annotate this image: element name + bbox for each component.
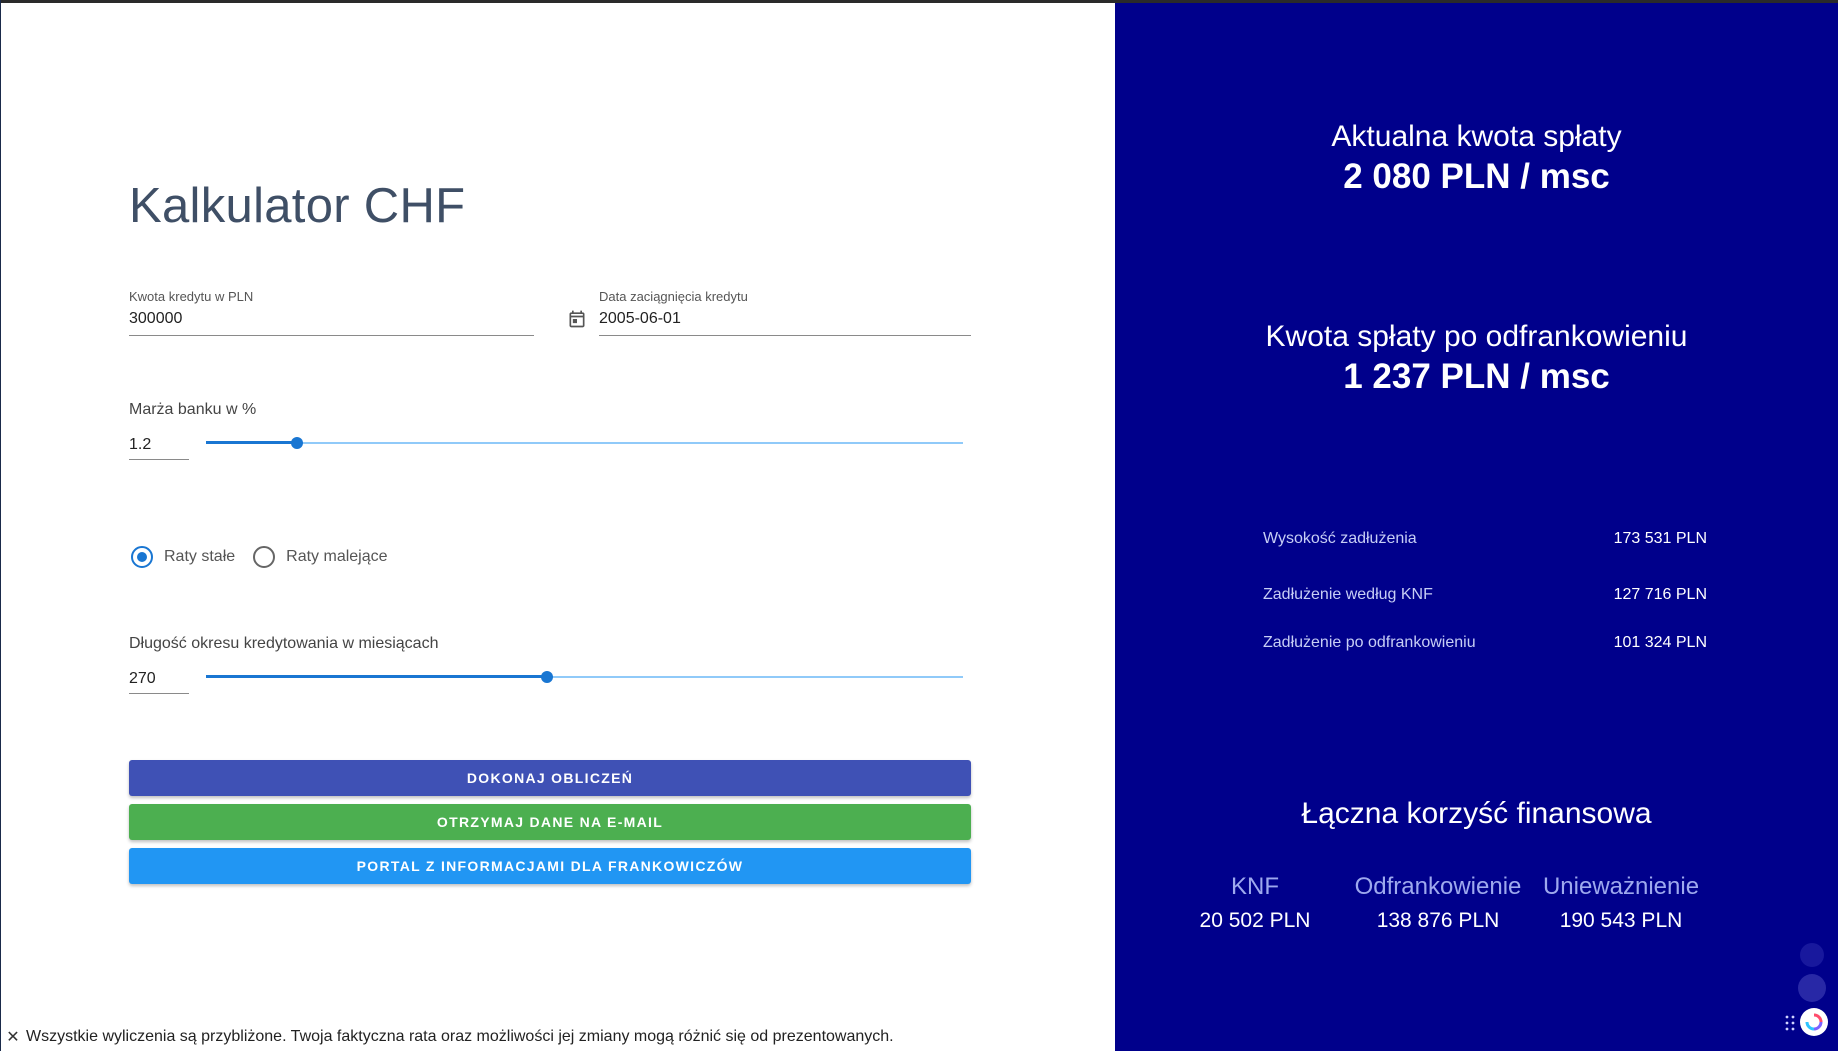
stat-label: Zadłużenie po odfrankowieniu	[1263, 634, 1476, 651]
calculator-panel: Kalkulator CHF Kwota kredytu w PLN 30000…	[0, 3, 1115, 1051]
slider-track	[206, 442, 963, 444]
calculate-button[interactable]: DOKONAJ OBLICZEŃ	[129, 760, 971, 796]
calendar-icon[interactable]	[567, 309, 587, 329]
loan-date-label: Data zaciągnięcia kredytu	[599, 289, 748, 304]
stat-label: Wysokość zadłużenia	[1263, 530, 1417, 547]
benefit-label: Unieważnienie	[1542, 873, 1700, 900]
loan-period-slider[interactable]	[206, 670, 963, 684]
after-conversion-block: Kwota spłaty po odfrankowieniu 1 237 PLN…	[1115, 320, 1838, 397]
bank-margin-value: 1.2	[129, 436, 152, 453]
slider-thumb[interactable]	[540, 671, 553, 683]
widget-launcher-icon[interactable]	[1800, 1008, 1828, 1036]
slider-fill	[206, 675, 547, 678]
bank-margin-input[interactable]: 1.2	[129, 430, 189, 460]
stat-value: 173 531 PLN	[1613, 530, 1707, 547]
after-conversion-value: 1 237 PLN / msc	[1343, 357, 1610, 396]
radio-circle	[131, 546, 153, 568]
loan-period-value: 270	[129, 670, 156, 687]
email-data-button[interactable]: OTRZYMAJ DANE NA E-MAIL	[129, 804, 971, 840]
benefit-value: 190 543 PLN	[1559, 909, 1683, 932]
current-payment-heading: Aktualna kwota spłaty	[1331, 120, 1622, 153]
current-payment-value: 2 080 PLN / msc	[1343, 157, 1610, 196]
close-icon[interactable]: ✕	[0, 1027, 26, 1047]
loan-period-underline	[129, 693, 189, 694]
loan-amount-label: Kwota kredytu w PLN	[129, 289, 254, 304]
drag-handle-icon[interactable]	[1785, 1014, 1795, 1032]
loan-amount-input[interactable]: 300000	[129, 310, 534, 328]
radio-circle	[253, 546, 276, 568]
loan-date-input[interactable]: 2005-06-01	[599, 310, 971, 328]
slider-fill	[206, 441, 297, 444]
bank-margin-slider[interactable]	[206, 436, 963, 450]
bank-margin-label: Marża banku w %	[129, 401, 257, 418]
chat-bubble-icon[interactable]	[1800, 943, 1824, 967]
loan-period-input[interactable]: 270	[129, 664, 189, 694]
disclaimer-bar: ✕ Wszystkie wyliczenia są przybliżone. T…	[0, 1026, 1115, 1048]
benefit-annulment: Unieważnienie 190 543 PLN	[1511, 873, 1731, 933]
stat-label: Zadłużenie według KNF	[1263, 586, 1433, 603]
bank-margin-underline	[129, 459, 189, 460]
window-left-border	[0, 0, 1, 1051]
help-bubble-icon[interactable]	[1798, 974, 1826, 1002]
installment-type-group: Raty stałe Raty malejące	[129, 546, 404, 568]
radio-fixed-label: Raty stałe	[164, 548, 236, 565]
info-portal-button[interactable]: PORTAL Z INFORMACJAMI DLA FRANKOWICZÓW	[129, 848, 971, 884]
stat-value: 127 716 PLN	[1613, 586, 1707, 603]
window-top-border	[0, 0, 1838, 3]
total-benefit-title: Łączna korzyść finansowa	[1301, 797, 1652, 830]
stat-value: 101 324 PLN	[1613, 634, 1707, 651]
loan-amount-field[interactable]: Kwota kredytu w PLN 300000	[129, 289, 534, 336]
radio-decreasing-installments[interactable]: Raty malejące	[251, 546, 388, 568]
loan-period-label: Długość okresu kredytowania w miesiącach	[129, 635, 439, 652]
launcher-logo-icon	[1805, 1013, 1823, 1031]
radio-fixed-installments[interactable]: Raty stałe	[129, 546, 235, 568]
loan-date-underline	[599, 335, 971, 336]
disclaimer-text: Wszystkie wyliczenia są przybliżone. Two…	[26, 1028, 894, 1045]
loan-date-field[interactable]: Data zaciągnięcia kredytu 2005-06-01	[599, 289, 971, 336]
current-payment-block: Aktualna kwota spłaty 2 080 PLN / msc	[1115, 120, 1838, 197]
page-title: Kalkulator CHF	[129, 179, 466, 233]
loan-amount-underline	[129, 335, 534, 336]
after-conversion-heading: Kwota spłaty po odfrankowieniu	[1265, 320, 1688, 353]
results-panel: Aktualna kwota spłaty 2 080 PLN / msc Kw…	[1115, 3, 1838, 1051]
slider-thumb[interactable]	[290, 437, 303, 449]
radio-decreasing-label: Raty malejące	[286, 548, 388, 565]
